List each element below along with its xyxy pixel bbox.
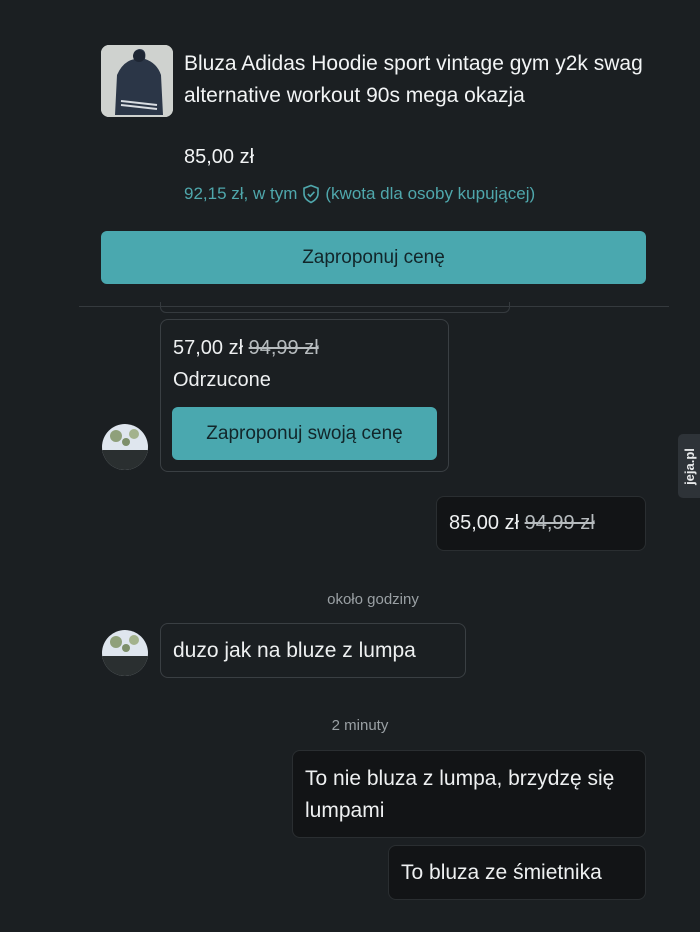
buyer-price-note: (kwota dla osoby kupującej)	[325, 184, 536, 203]
timestamp: około godziny	[327, 591, 419, 608]
message-text: To bluza ze śmietnika	[401, 861, 602, 884]
offer-price: 57,00 zł	[173, 337, 244, 359]
rejected-offer-card: 57,00 zł 94,99 zł Odrzucone Zaproponuj s…	[160, 319, 449, 472]
my-offer-bubble: 85,00 zł 94,99 zł	[436, 496, 646, 551]
product-price: 85,00 zł	[184, 146, 255, 168]
watermark-logo: jeja.pl	[678, 434, 700, 498]
product-thumbnail[interactable]	[101, 45, 173, 117]
my-offer-price: 85,00 zł	[449, 512, 520, 534]
message-text: To nie bluza z lumpa, brzydzę się lumpam…	[305, 767, 615, 822]
offer-price-line: 57,00 zł 94,99 zł	[173, 337, 319, 360]
previous-card-edge	[160, 302, 510, 313]
offer-original-price: 94,99 zł	[248, 337, 319, 359]
counter-offer-button[interactable]: Zaproponuj swoją cenę	[172, 407, 437, 460]
seller-message: duzo jak na bluze z lumpa	[160, 623, 466, 678]
message-text: duzo jak na bluze z lumpa	[173, 639, 416, 662]
my-message: To nie bluza z lumpa, brzydzę się lumpam…	[292, 750, 646, 838]
product-title[interactable]: Bluza Adidas Hoodie sport vintage gym y2…	[184, 48, 654, 112]
my-offer-price-line: 85,00 zł 94,99 zł	[449, 512, 595, 535]
seller-avatar[interactable]	[102, 424, 148, 470]
buyer-price-amount: 92,15 zł, w tym	[184, 184, 298, 203]
timestamp: 2 minuty	[331, 717, 389, 734]
shield-check-icon	[303, 184, 320, 204]
my-offer-original-price: 94,99 zł	[524, 512, 595, 534]
seller-avatar[interactable]	[102, 630, 148, 676]
watermark-text: jeja.pl	[681, 447, 697, 485]
make-offer-button[interactable]: Zaproponuj cenę	[101, 231, 646, 284]
my-message: To bluza ze śmietnika	[388, 845, 646, 900]
offer-status: Odrzucone	[173, 369, 271, 391]
buyer-price-info[interactable]: 92,15 zł, w tym (kwota dla osoby kupując…	[184, 184, 535, 204]
